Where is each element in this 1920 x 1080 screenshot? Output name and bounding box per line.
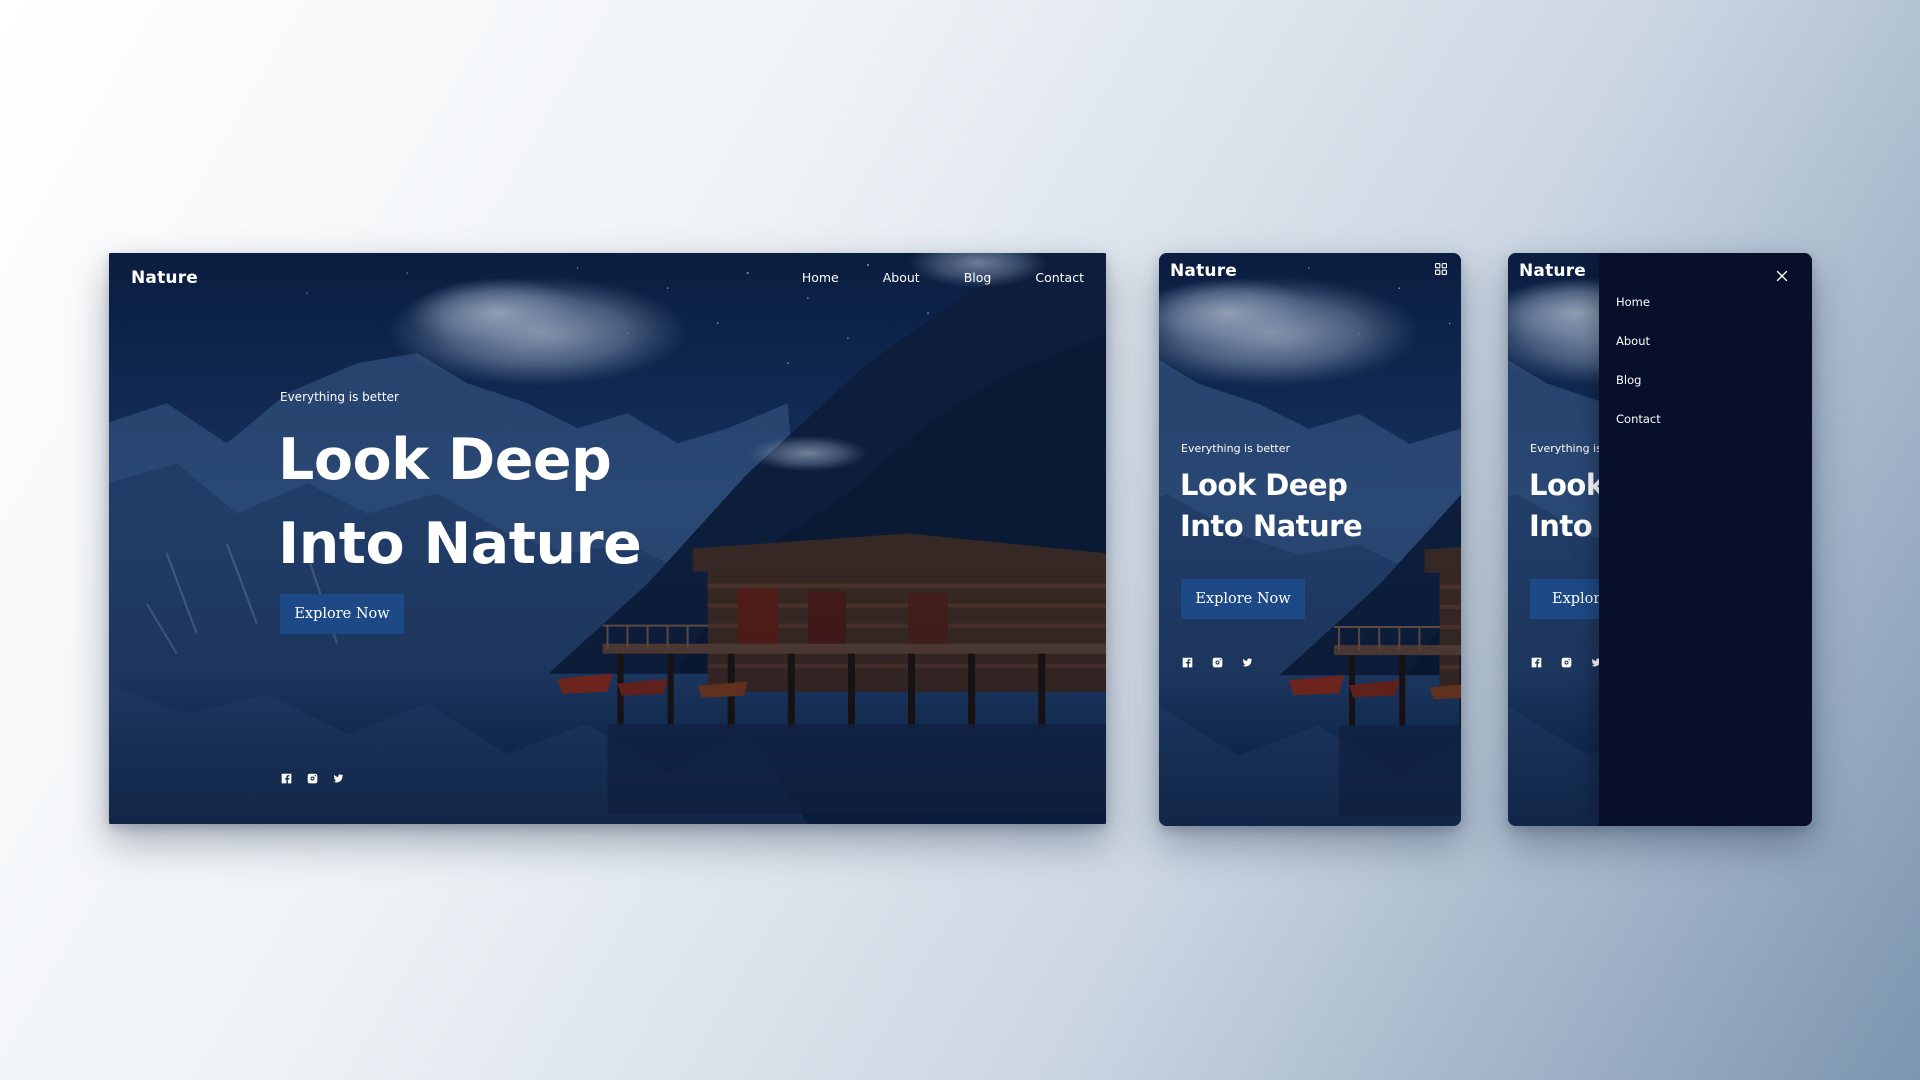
explore-now-button[interactable]: Explore Now	[280, 594, 404, 634]
hero-eyebrow: Everything is better	[280, 390, 399, 404]
drawer-link-about[interactable]: About	[1616, 330, 1661, 369]
close-icon[interactable]	[1774, 269, 1790, 285]
brand-logo[interactable]: Nature	[1519, 261, 1586, 281]
desktop-preview: Nature Home About Blog Contact Everythin…	[109, 253, 1106, 824]
brand-logo[interactable]: Nature	[1170, 261, 1237, 281]
hero-headline-line1: Look Deep	[1180, 468, 1348, 502]
brand-logo[interactable]: Nature	[131, 268, 198, 288]
social-links	[281, 773, 344, 784]
hero-headline: Look Deep Into Nature	[1180, 465, 1363, 547]
hero-headline-line1: Look Deep	[278, 427, 612, 493]
grid-icon[interactable]	[1432, 261, 1450, 279]
top-nav: Home About Blog Contact	[758, 270, 1084, 285]
instagram-icon[interactable]	[1561, 657, 1572, 668]
nav-link-blog[interactable]: Blog	[964, 270, 992, 285]
drawer-link-home[interactable]: Home	[1616, 291, 1661, 330]
facebook-icon[interactable]	[1531, 657, 1542, 668]
nav-link-contact[interactable]: Contact	[1035, 270, 1084, 285]
twitter-icon[interactable]	[333, 773, 344, 784]
explore-now-button[interactable]: Explore Now	[1181, 579, 1305, 619]
social-links	[1531, 657, 1602, 668]
instagram-icon[interactable]	[1212, 657, 1223, 668]
hero-headline-line2: Into Nature	[1180, 509, 1363, 543]
drawer-nav: Home About Blog Contact	[1616, 291, 1661, 447]
mobile-menu-preview: Nature Everything is better Look Deep In…	[1508, 253, 1812, 826]
instagram-icon[interactable]	[307, 773, 318, 784]
facebook-icon[interactable]	[1182, 657, 1193, 668]
hero-headline-line2: Into Nature	[278, 511, 642, 577]
nav-link-about[interactable]: About	[883, 270, 920, 285]
social-links	[1182, 657, 1253, 668]
drawer-link-blog[interactable]: Blog	[1616, 369, 1661, 408]
facebook-icon[interactable]	[281, 773, 292, 784]
twitter-icon[interactable]	[1242, 657, 1253, 668]
hero-headline: Look Deep Into Nature	[278, 418, 642, 586]
hero-eyebrow: Everything is better	[1181, 442, 1291, 455]
mobile-nav-drawer: Home About Blog Contact	[1599, 253, 1812, 826]
tablet-preview: Nature Everything is better Look Deep In…	[1159, 253, 1461, 826]
nav-link-home[interactable]: Home	[802, 270, 839, 285]
drawer-link-contact[interactable]: Contact	[1616, 408, 1661, 447]
